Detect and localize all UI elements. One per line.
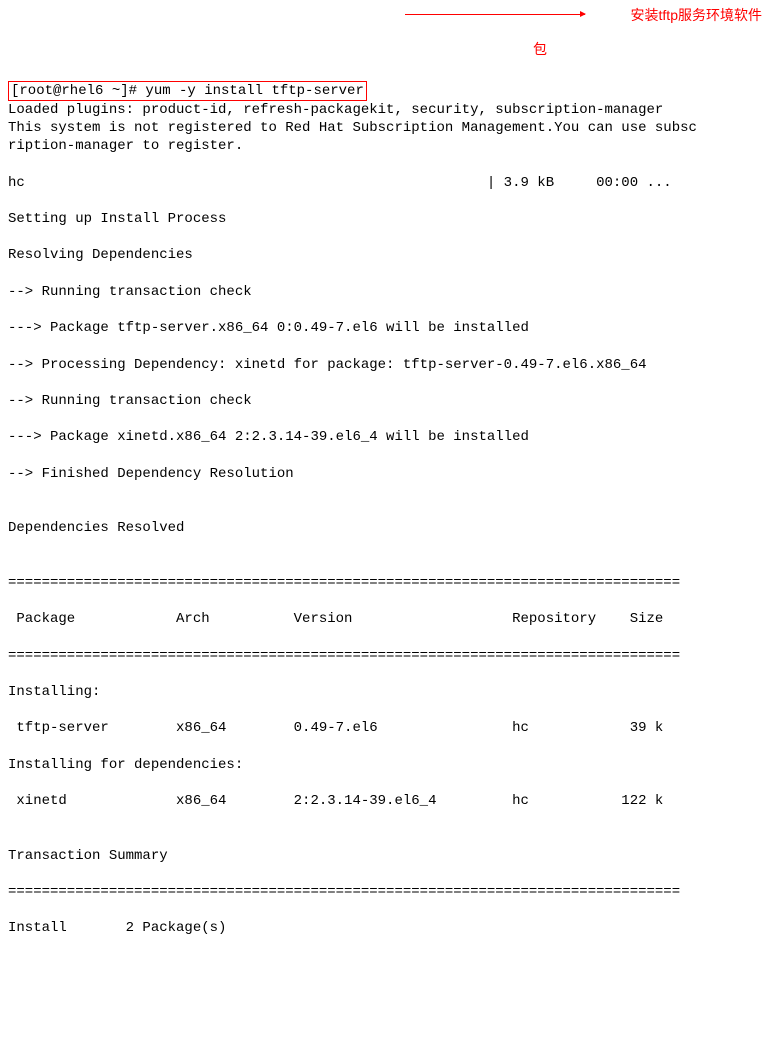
table-row: tftp-server x86_64 0.49-7.el6 hc 39 k — [8, 719, 764, 737]
rule-line: ========================================… — [8, 883, 764, 901]
output-line: Transaction Summary — [8, 847, 764, 865]
output-line: Resolving Dependencies — [8, 246, 764, 264]
output-line: --> Processing Dependency: xinetd for pa… — [8, 356, 764, 374]
output-line: ---> Package tftp-server.x86_64 0:0.49-7… — [8, 319, 764, 337]
output-line: Setting up Install Process — [8, 210, 764, 228]
output-line: This system is not registered to Red Hat… — [8, 120, 554, 136]
terminal-output[interactable]: [root@rhel6 ~]# yum -y install tftp-serv… — [8, 81, 764, 938]
shell-prompt: [root@rhel6 ~]# — [11, 83, 145, 99]
rule-line: ========================================… — [8, 574, 764, 592]
output-line: Install 2 Package(s) — [8, 919, 764, 937]
output-line: You can use subsc — [554, 120, 697, 136]
annotation-text: 安装tftp服务环境软件 — [631, 6, 762, 24]
command-line: [root@rhel6 ~]# yum -y install tftp-serv… — [8, 81, 367, 101]
output-line: hc | 3.9 kB 00:00 ... — [8, 174, 764, 192]
annotation-arrow — [405, 14, 585, 15]
output-line: ription-manager to register. — [8, 137, 764, 155]
output-line: --> Running transaction check — [8, 392, 764, 410]
output-line: Dependencies Resolved — [8, 519, 764, 537]
table-header: Package Arch Version Repository Size — [8, 610, 764, 628]
rule-line: ========================================… — [8, 647, 764, 665]
output-line: Loaded plugins: product-id, refresh-pack… — [8, 101, 764, 119]
output-line: ---> Package xinetd.x86_64 2:2.3.14-39.e… — [8, 428, 764, 446]
output-line: Installing: — [8, 683, 764, 701]
annotation-text-inline: 包 — [533, 40, 547, 58]
output-line: --> Finished Dependency Resolution — [8, 465, 764, 483]
table-row: xinetd x86_64 2:2.3.14-39.el6_4 hc 122 k — [8, 792, 764, 810]
output-line: --> Running transaction check — [8, 283, 764, 301]
output-line: Installing for dependencies: — [8, 756, 764, 774]
shell-command: yum -y install tftp-server — [145, 83, 363, 99]
